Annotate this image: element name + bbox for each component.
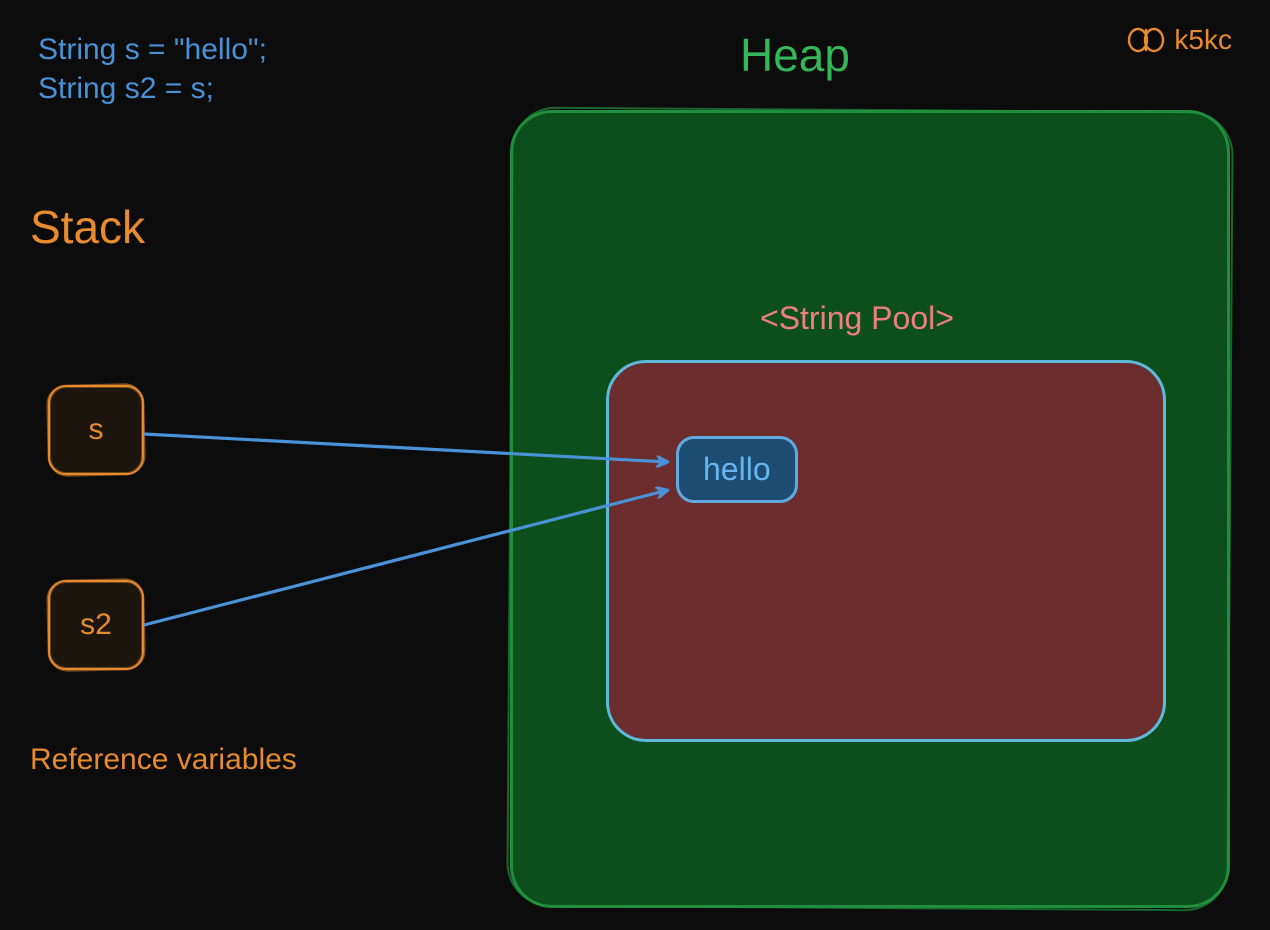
brand-text: k5kc xyxy=(1174,24,1232,56)
stack-var-s-label: s xyxy=(89,413,104,447)
code-line-2: String s2 = s; xyxy=(38,72,214,105)
code-line-1: String s = "hello"; xyxy=(38,33,267,66)
string-object-hello-value: hello xyxy=(703,451,771,487)
stack-var-s2-label: s2 xyxy=(80,608,112,642)
code-snippet: String s = "hello"; String s2 = s; xyxy=(38,30,267,108)
stack-var-s2: s2 xyxy=(48,580,144,670)
butterfly-icon xyxy=(1126,26,1166,54)
stack-title: Stack xyxy=(30,200,145,254)
heap-title: Heap xyxy=(740,28,850,82)
string-object-hello: hello xyxy=(676,436,798,503)
brand-logo: k5kc xyxy=(1126,24,1232,56)
reference-variables-label: Reference variables xyxy=(30,743,297,777)
string-pool-label: <String Pool> xyxy=(760,300,954,337)
diagram-canvas: String s = "hello"; String s2 = s; Stack… xyxy=(0,0,1270,930)
string-pool-region xyxy=(606,360,1166,742)
stack-var-s: s xyxy=(48,385,144,475)
